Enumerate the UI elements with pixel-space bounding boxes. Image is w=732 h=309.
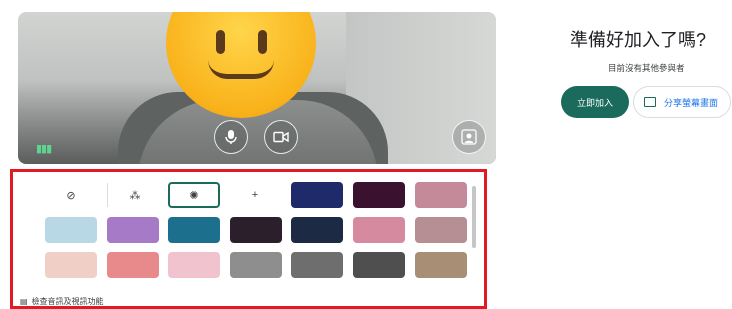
participants-status: 目前沒有其他參與者	[608, 63, 685, 73]
background-tile[interactable]	[415, 182, 467, 208]
no-effect-icon: ⊘	[66, 189, 76, 202]
background-tile[interactable]	[291, 182, 343, 208]
blur-icon: ✺	[189, 189, 199, 202]
background-tile[interactable]	[230, 252, 282, 278]
eye-right	[258, 30, 267, 54]
scrollbar[interactable]	[472, 186, 476, 248]
background-tile[interactable]	[353, 182, 405, 208]
background-tile[interactable]	[168, 217, 220, 243]
effect-no-effect[interactable]: ⊘	[45, 182, 97, 208]
join-now-button[interactable]: 立即加入	[561, 86, 629, 118]
background-tile[interactable]	[45, 252, 97, 278]
background-tile[interactable]	[291, 252, 343, 278]
background-tile[interactable]	[230, 217, 282, 243]
background-tile[interactable]	[415, 252, 467, 278]
audio-level-icon: ▮▮▮	[36, 143, 52, 155]
divider	[107, 183, 108, 207]
eye-left	[216, 30, 225, 54]
page-title: 準備好加入了嗎?	[570, 30, 707, 50]
background-tile[interactable]	[107, 217, 159, 243]
slight-blur-icon: ⁂	[129, 189, 141, 202]
background-tile[interactable]	[45, 217, 97, 243]
background-tile[interactable]	[415, 217, 467, 243]
mic-icon	[225, 130, 237, 144]
camera-button[interactable]	[264, 120, 298, 154]
mouth	[208, 60, 274, 79]
background-tile[interactable]	[353, 217, 405, 243]
mic-button[interactable]	[214, 120, 248, 154]
present-button[interactable]: 分享螢幕畫面	[633, 86, 731, 118]
background-tile[interactable]	[107, 252, 159, 278]
person-effects-icon	[461, 129, 477, 145]
effect-blur[interactable]: ✺	[168, 182, 220, 208]
effects-panel: ⊘ ⁂ ✺ +	[10, 169, 487, 309]
add-icon: +	[251, 189, 259, 201]
camera-icon	[273, 131, 289, 143]
present-screen-icon	[644, 97, 656, 107]
background-tile[interactable]	[168, 252, 220, 278]
effect-add-background[interactable]: +	[229, 182, 281, 208]
camera-preview: ▮▮▮	[18, 12, 496, 164]
background-tile[interactable]	[353, 252, 405, 278]
visual-effects-button[interactable]	[452, 120, 486, 154]
present-label: 分享螢幕畫面	[664, 97, 719, 108]
effect-slight-blur[interactable]: ⁂	[109, 182, 161, 208]
background-tile[interactable]	[291, 217, 343, 243]
